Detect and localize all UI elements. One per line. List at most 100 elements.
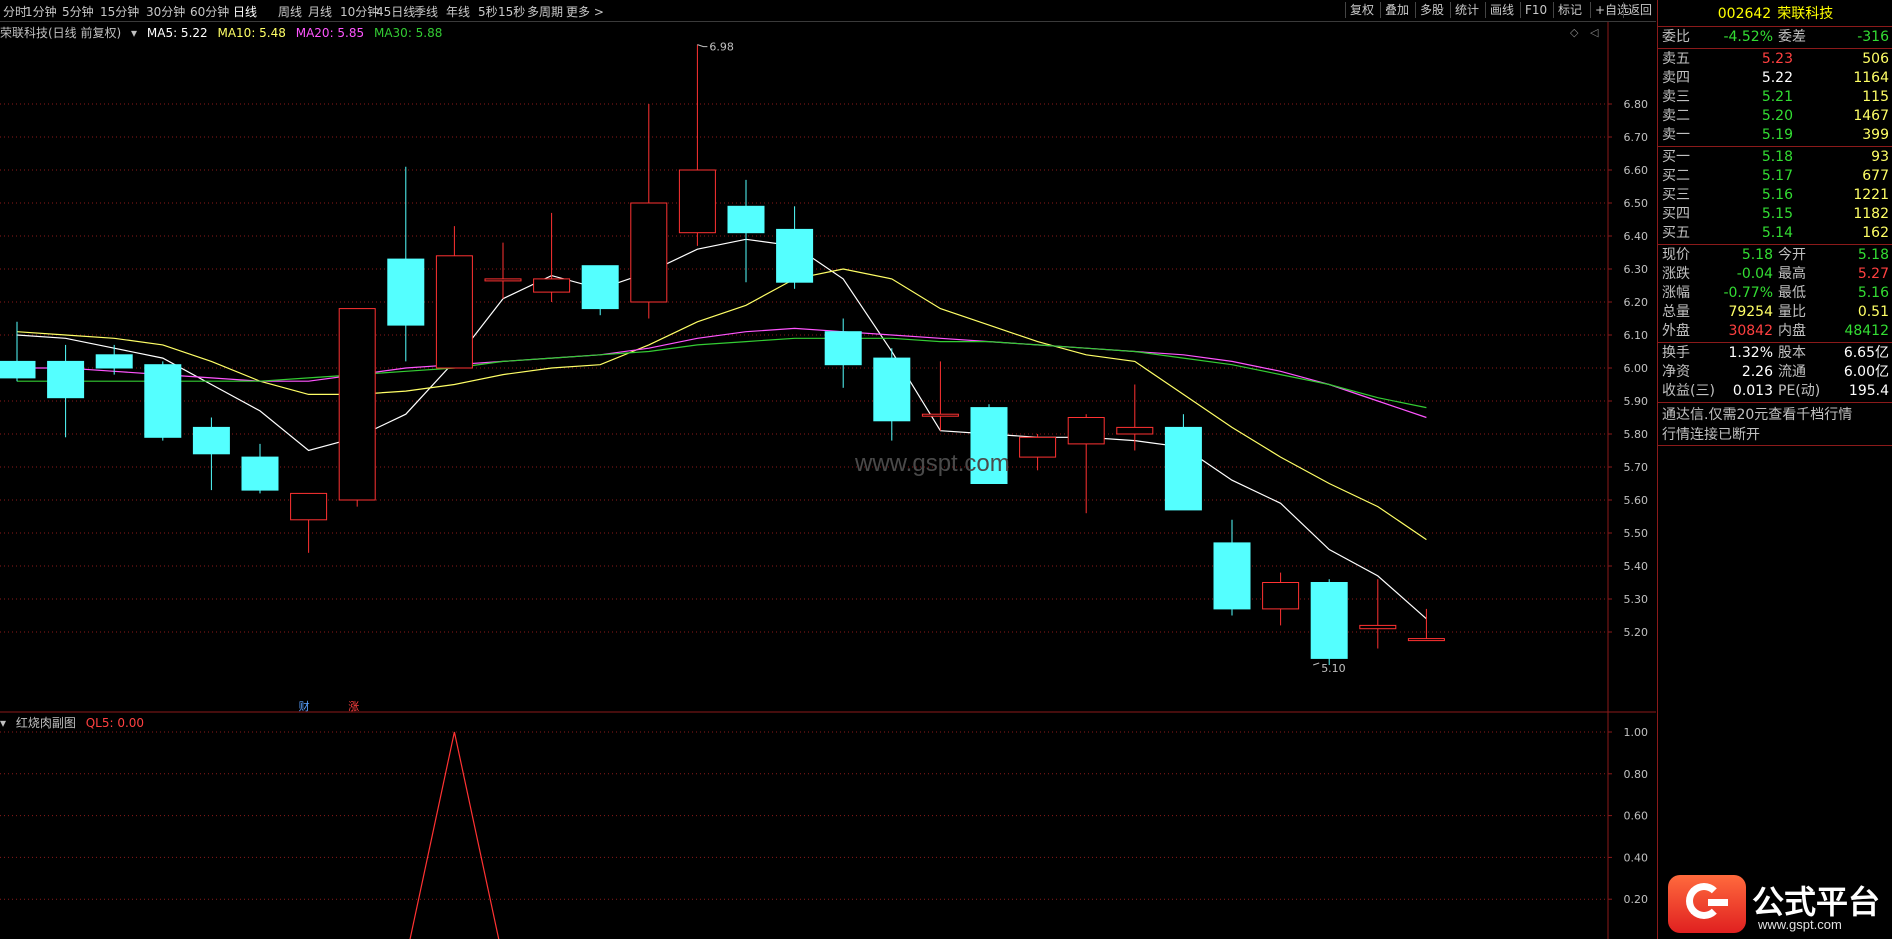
ask-volume: 506 xyxy=(1862,51,1889,67)
stat-label: 外盘 xyxy=(1662,323,1690,339)
ask-price: 5.22 xyxy=(1761,70,1793,86)
panel-title: 002642 荣联科技 xyxy=(1658,2,1892,26)
stat-label: 涨幅 xyxy=(1662,285,1690,301)
bid-label: 买四 xyxy=(1662,206,1690,222)
finance-label-2: 流通 xyxy=(1778,364,1806,380)
price-tick-label: 5.50 xyxy=(1624,527,1649,540)
finance-label-2: PE(动) xyxy=(1778,383,1821,399)
price-tick-label: 5.30 xyxy=(1624,593,1649,606)
notice-upgrade[interactable]: 通达信.仅需20元查看千档行情 xyxy=(1662,404,1852,424)
sub-collapse-icon[interactable]: ▾ xyxy=(0,716,6,730)
stat-row: 涨跌 -0.04 最高 5.27 xyxy=(1658,265,1892,284)
ask-label: 卖四 xyxy=(1662,70,1690,86)
candle-body-up xyxy=(290,492,328,521)
price-tick-label: 6.20 xyxy=(1624,296,1649,309)
watermark: www.gspt.com xyxy=(855,450,1010,477)
finance-value: 1.32% xyxy=(1728,345,1773,361)
bid-volume: 93 xyxy=(1871,149,1889,165)
stat-value-2: 5.18 xyxy=(1857,247,1889,263)
weibi-label: 委比 xyxy=(1662,29,1690,45)
sep xyxy=(1658,26,1892,27)
finance-label-2: 股本 xyxy=(1778,345,1806,361)
price-tick-label: 6.00 xyxy=(1624,362,1649,375)
sep xyxy=(1658,244,1892,245)
stock-name: 荣联科技 xyxy=(1777,6,1834,22)
stat-value-2: 0.51 xyxy=(1857,304,1889,320)
bid-label: 买一 xyxy=(1662,149,1690,165)
ask-row: 卖二 5.20 1467 xyxy=(1658,107,1892,126)
price-tick-label: 5.60 xyxy=(1624,494,1649,507)
price-tick-label: 6.60 xyxy=(1624,164,1649,177)
ma10-label: MA10: 5.48 xyxy=(217,26,286,40)
candle-body-down xyxy=(776,228,814,283)
stock-title: 荣联科技(日线 前复权) xyxy=(0,26,122,40)
candle-body-up xyxy=(678,169,716,234)
finance-value-2: 6.65亿 xyxy=(1843,345,1889,361)
sub-tick-label: 0.60 xyxy=(1624,810,1649,823)
candle-body-down xyxy=(387,258,425,326)
ask-label: 卖一 xyxy=(1662,127,1690,143)
price-tick-label: 6.80 xyxy=(1624,98,1649,111)
sub-tick-label: 0.80 xyxy=(1624,768,1649,781)
finance-label: 收益(三) xyxy=(1662,383,1715,399)
bid-volume: 1221 xyxy=(1853,187,1889,203)
bid-volume: 1182 xyxy=(1853,206,1889,222)
sep xyxy=(1658,342,1892,343)
bid-price: 5.15 xyxy=(1761,206,1793,222)
notice-disconnected: 行情连接已断开 xyxy=(1662,427,1760,443)
weibi-value: -4.52% xyxy=(1723,29,1773,45)
price-tick-label: 5.70 xyxy=(1624,461,1649,474)
bid-label: 买五 xyxy=(1662,225,1690,241)
ask-price: 5.19 xyxy=(1761,127,1793,143)
candle-body-down xyxy=(1213,542,1251,610)
weibi-row: 委比 -4.52% 委差 -316 xyxy=(1658,28,1892,47)
sub-tick-label: 1.00 xyxy=(1624,726,1649,739)
quote-panel: 002642 荣联科技 委比 -4.52% 委差 -316 卖五 5.23 506 卖四 5.22 1… xyxy=(1657,0,1892,939)
stat-value: -0.77% xyxy=(1723,285,1773,301)
ask-label: 卖二 xyxy=(1662,108,1690,124)
ma-collapse-icon[interactable]: ▾ xyxy=(131,26,137,40)
stat-row: 涨幅 -0.77% 最低 5.16 xyxy=(1658,284,1892,303)
candle-body-up xyxy=(533,278,571,293)
price-tick-label: 5.90 xyxy=(1624,395,1649,408)
price-tick-label: 5.80 xyxy=(1624,428,1649,441)
ma30-label: MA30: 5.88 xyxy=(373,26,443,40)
bid-row: 买三 5.16 1221 xyxy=(1658,186,1892,205)
candle-body-down xyxy=(727,205,765,234)
sub-tick-label: 0.40 xyxy=(1624,851,1649,864)
candle-body-down xyxy=(144,364,182,438)
stat-label-2: 最高 xyxy=(1778,266,1806,282)
candle-body-down xyxy=(1164,426,1202,511)
finance-value: 2.26 xyxy=(1741,364,1773,380)
candle-body-up xyxy=(921,413,959,417)
sep xyxy=(1658,48,1892,49)
stat-label: 涨跌 xyxy=(1662,266,1690,282)
sep xyxy=(1658,146,1892,147)
low-label: 5.10 xyxy=(1321,662,1346,675)
sep xyxy=(1658,445,1892,446)
price-tick-label: 6.70 xyxy=(1624,131,1649,144)
sep xyxy=(1658,402,1892,403)
candle-body-up xyxy=(1019,436,1057,458)
stat-label: 现价 xyxy=(1662,247,1690,263)
price-tick-label: 6.10 xyxy=(1624,329,1649,342)
finance-label: 换手 xyxy=(1662,345,1690,361)
ask-volume: 1467 xyxy=(1853,108,1889,124)
stat-value-2: 5.16 xyxy=(1857,285,1889,301)
ask-volume: 115 xyxy=(1862,89,1889,105)
sub-tick-label: 0.20 xyxy=(1624,893,1649,906)
stat-label-2: 今开 xyxy=(1778,247,1806,263)
ask-volume: 399 xyxy=(1862,127,1889,143)
stat-label: 总量 xyxy=(1662,304,1690,320)
sub-chart-name: 红烧肉副图 xyxy=(15,716,76,730)
bid-row: 买四 5.15 1182 xyxy=(1658,205,1892,224)
price-tick-label: 5.20 xyxy=(1624,626,1649,639)
candle-body-up xyxy=(630,202,668,303)
finance-label: 净资 xyxy=(1662,364,1690,380)
ma-legend: 荣联科技(日线 前复权) ▾ MA5: 5.22 MA10: 5.48 MA20… xyxy=(0,24,448,41)
logo-badge-icon xyxy=(1668,875,1746,933)
ask-price: 5.23 xyxy=(1761,51,1793,67)
finance-value: 0.013 xyxy=(1732,383,1773,399)
bid-row: 买二 5.17 677 xyxy=(1658,167,1892,186)
logo-url: www.gspt.com xyxy=(1758,917,1842,932)
